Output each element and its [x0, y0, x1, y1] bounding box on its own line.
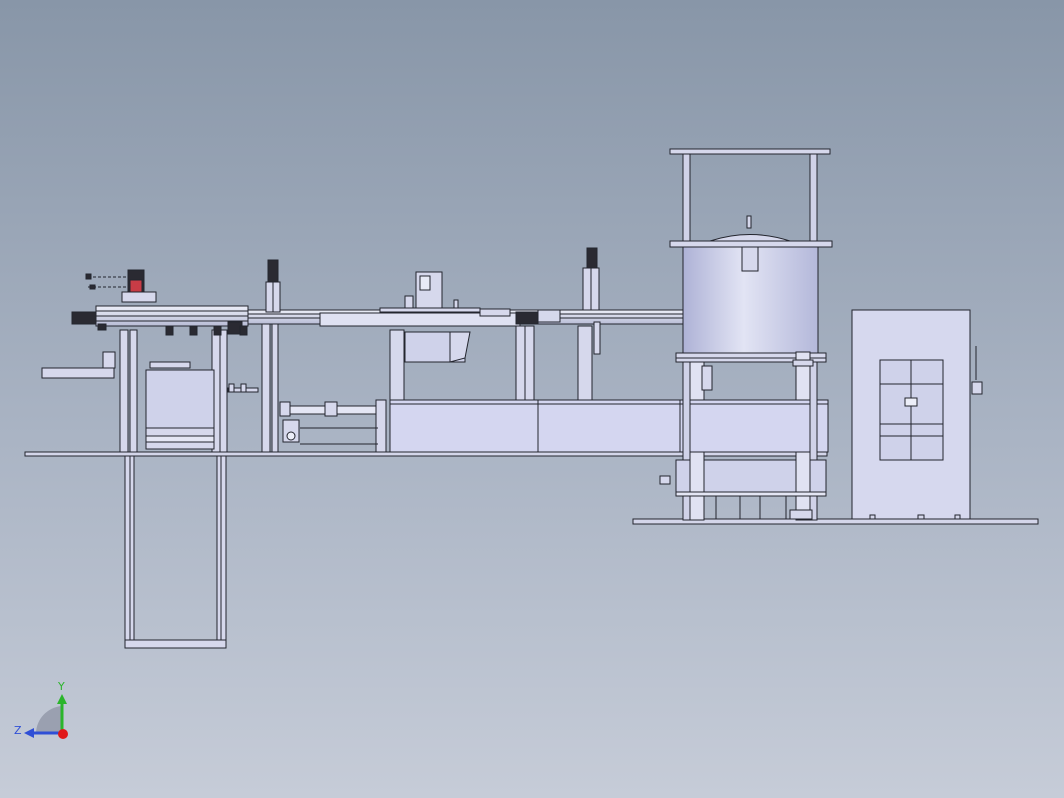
main-base-plate[interactable]: [24, 451, 828, 457]
left-lower-stand[interactable]: [124, 455, 227, 649]
center-top-fixture[interactable]: [379, 271, 481, 313]
lower-box-conveyor[interactable]: [389, 399, 829, 453]
cad-viewport[interactable]: Y Z: [0, 0, 1064, 798]
x-axis-dot: [58, 729, 68, 739]
vertical-slide-actuator-1[interactable]: [265, 259, 281, 313]
z-axis-arrowhead: [24, 728, 34, 738]
right-control-cabinet[interactable]: [851, 309, 983, 520]
left-feeder-station[interactable]: [41, 319, 279, 453]
z-axis-label: Z: [14, 724, 22, 737]
top-frame-plate[interactable]: [669, 148, 831, 155]
horizontal-pusher-cylinder[interactable]: [279, 399, 387, 453]
tank-vessel[interactable]: [669, 215, 833, 363]
y-axis-label: Y: [57, 680, 65, 693]
left-pick-head[interactable]: [85, 269, 157, 303]
triad-arc: [36, 706, 62, 733]
machine-assembly-side-view[interactable]: Y Z: [0, 0, 1064, 798]
y-axis-arrowhead: [57, 694, 67, 704]
orientation-triad: Y Z: [14, 680, 68, 739]
